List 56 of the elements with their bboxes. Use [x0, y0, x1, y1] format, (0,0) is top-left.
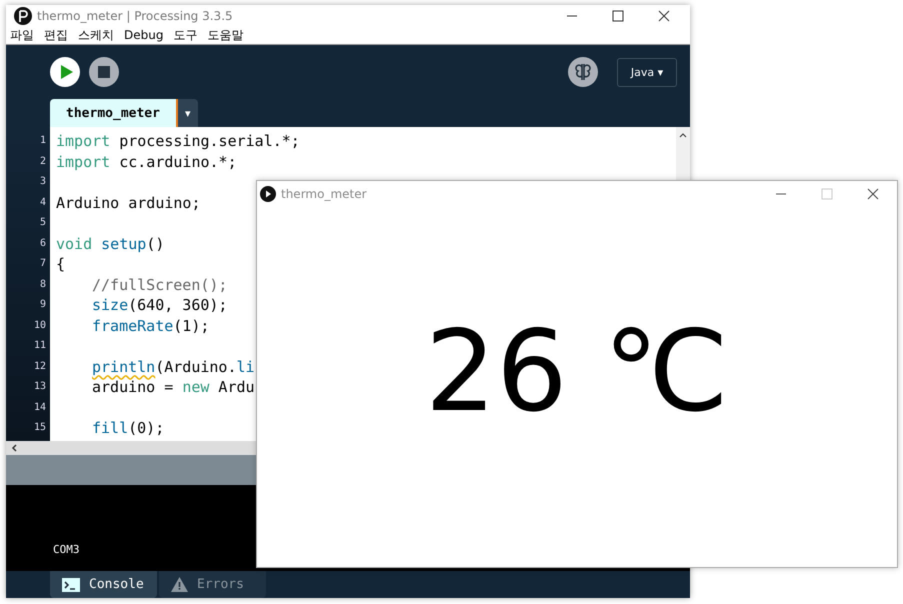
debugger-button[interactable] — [568, 57, 598, 87]
code-line: import processing.serial.*; — [56, 132, 300, 150]
menu-item[interactable]: 도움말 — [207, 26, 244, 44]
butterfly-icon — [574, 62, 592, 82]
menu-item[interactable]: 편집 — [44, 26, 68, 44]
maximize-icon[interactable] — [612, 10, 624, 22]
code-line: { — [56, 255, 66, 273]
code-line: //fullScreen(); — [91, 276, 228, 294]
line-number: 1 — [38, 134, 47, 148]
code-line: arduino = new Ardu — [91, 378, 255, 396]
line-number: 13 — [32, 380, 47, 394]
tab-menu-button[interactable]: ▾ — [178, 99, 198, 127]
menu-item[interactable]: Debug — [124, 28, 164, 42]
console-output: COM3 — [53, 543, 80, 556]
code-line: Arduino arduino; — [56, 194, 200, 212]
scroll-up-icon[interactable] — [679, 132, 687, 138]
play-logo-icon — [260, 186, 276, 202]
code-line: fill(0); — [91, 419, 164, 437]
line-number: 12 — [32, 360, 47, 374]
stop-icon — [98, 66, 110, 78]
temperature-reading: 26 ℃ — [425, 306, 729, 436]
play-icon — [60, 64, 74, 80]
mode-dropdown[interactable]: Java ▾ — [617, 58, 677, 86]
line-number: 9 — [38, 298, 47, 312]
menu-item[interactable]: 파일 — [10, 26, 34, 44]
window-title: thermo_meter | Processing 3.3.5 — [37, 8, 233, 23]
line-number: 8 — [38, 278, 47, 292]
panel-tab[interactable]: Console — [50, 571, 157, 598]
sketch-tab[interactable]: thermo_meter — [50, 99, 178, 127]
code-line: size(640, 360); — [91, 296, 228, 314]
line-number: 2 — [38, 154, 47, 168]
code-line: void setup() — [56, 234, 164, 252]
line-number: 4 — [38, 196, 47, 210]
line-number: 6 — [38, 236, 47, 250]
line-number: 10 — [32, 318, 47, 332]
run-button[interactable] — [50, 57, 80, 87]
line-number: 3 — [38, 175, 47, 189]
line-number: 11 — [32, 339, 47, 353]
window-title: thermo_meter — [281, 186, 367, 200]
scroll-left-icon[interactable] — [11, 444, 17, 452]
close-icon[interactable] — [867, 188, 879, 200]
stop-button[interactable] — [89, 57, 119, 87]
code-line: println(Arduino.li — [91, 358, 255, 376]
panel-tab[interactable]: Errors — [159, 571, 266, 598]
code-line: frameRate(1); — [91, 316, 210, 334]
line-number: 15 — [32, 421, 47, 435]
line-number: 14 — [32, 400, 47, 414]
terminal-icon — [62, 578, 80, 592]
code-line: import cc.arduino.*; — [56, 152, 237, 170]
line-number: 5 — [38, 216, 47, 230]
menu-item[interactable]: 도구 — [173, 26, 198, 44]
close-icon[interactable] — [658, 10, 670, 22]
line-number: 7 — [38, 257, 47, 271]
menu-item[interactable]: 스케치 — [78, 26, 114, 44]
maximize-icon — [821, 188, 833, 200]
warning-icon — [171, 577, 188, 592]
